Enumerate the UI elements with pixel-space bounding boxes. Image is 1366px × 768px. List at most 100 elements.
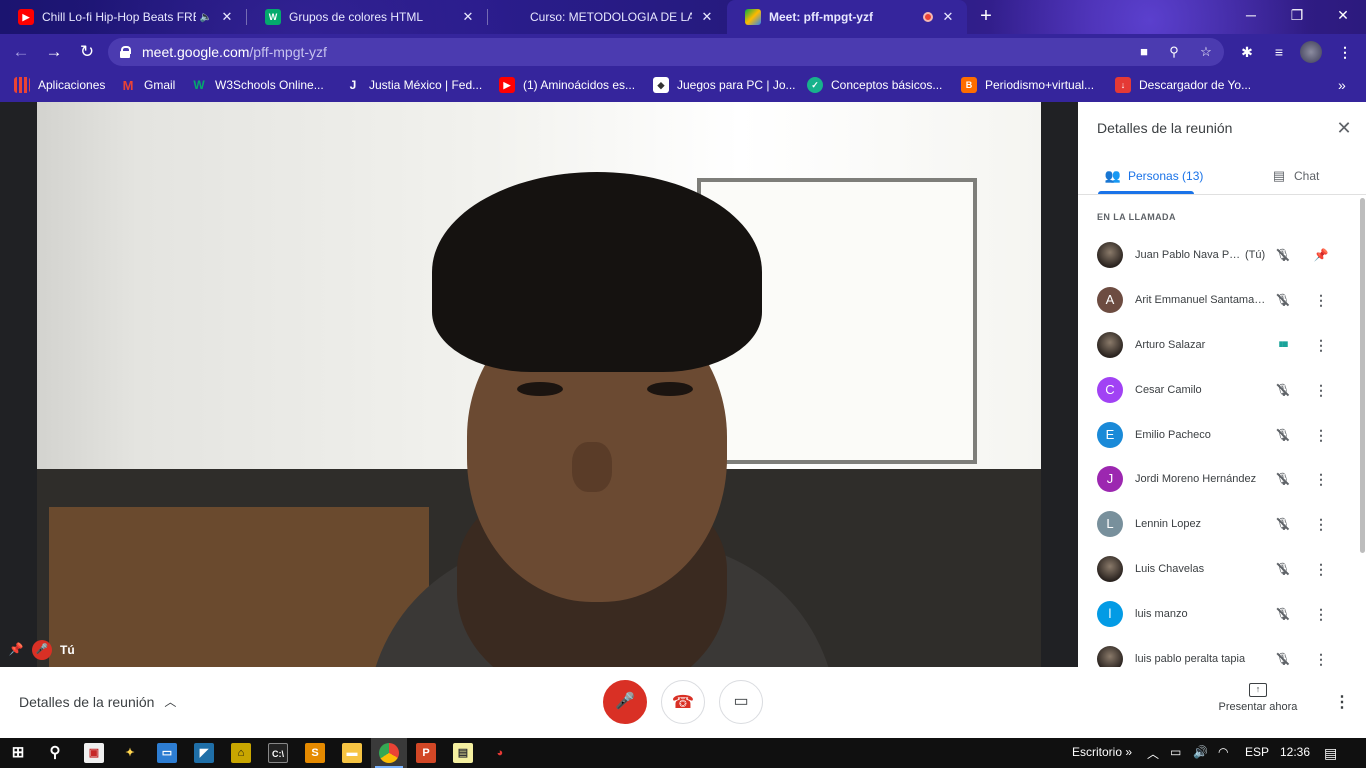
- more-options-icon[interactable]: ⋮: [1312, 605, 1330, 623]
- back-icon[interactable]: ←: [10, 41, 32, 63]
- bookmark-youtube[interactable]: ▶ (1) Aminoácidos es...: [499, 77, 635, 93]
- volume-icon[interactable]: 🔊: [1193, 745, 1208, 759]
- self-video[interactable]: [37, 102, 1041, 667]
- file-explorer-icon[interactable]: ▬: [342, 743, 362, 763]
- bookmarks-overflow[interactable]: »: [1338, 77, 1346, 93]
- profile-avatar[interactable]: [1300, 41, 1322, 63]
- more-options-icon[interactable]: ⋮: [1312, 291, 1330, 309]
- participants-list: Juan Pablo Nava Pa... (Tú) 🎙 📌 A Arit Emmanue…: [1078, 233, 1360, 681]
- unpin-icon[interactable]: 📌: [1312, 246, 1330, 264]
- participant-row[interactable]: E Emilio Pacheco 🎙 ⋮: [1078, 412, 1360, 457]
- app-icon[interactable]: ◕: [490, 743, 510, 763]
- desktop-toolbar[interactable]: Escritorio »: [1072, 745, 1132, 759]
- participant-row[interactable]: L Lennin Lopez 🎙 ⋮: [1078, 502, 1360, 547]
- mic-off-icon: 🎤: [615, 693, 635, 710]
- panel-scrollbar[interactable]: [1360, 198, 1365, 553]
- more-options-icon[interactable]: ⋮: [1334, 693, 1350, 713]
- leave-call-button[interactable]: ☎: [661, 680, 705, 724]
- close-window-icon[interactable]: ✕: [1320, 0, 1366, 30]
- mic-off-icon: 🎙: [1275, 517, 1291, 532]
- participant-row[interactable]: l luis manzo 🎙 ⋮: [1078, 591, 1360, 636]
- toggle-camera-button[interactable]: ▭: [719, 680, 763, 724]
- more-options-icon[interactable]: ⋮: [1312, 381, 1330, 399]
- battery-icon[interactable]: ▭: [1170, 745, 1181, 759]
- participant-row[interactable]: A Arit Emmanuel Santamaría 🎙 ⋮: [1078, 278, 1360, 323]
- you-suffix: (Tú): [1245, 249, 1266, 262]
- pin-icon[interactable]: 📌: [8, 642, 24, 658]
- address-bar[interactable]: meet.google.com/pff-mpgt-yzf ■ ⚲ ☆: [108, 38, 1224, 66]
- close-tab-icon[interactable]: ✕: [698, 9, 716, 25]
- participant-row[interactable]: J Jordi Moreno Hernández 🎙 ⋮: [1078, 457, 1360, 502]
- terminal-icon[interactable]: C:\: [268, 743, 288, 763]
- minimize-icon[interactable]: ─: [1228, 0, 1274, 30]
- audio-playing-icon[interactable]: 🔈: [200, 12, 212, 23]
- bookmark-w3schools[interactable]: W W3Schools Online...: [191, 77, 323, 93]
- restore-icon[interactable]: ❐: [1274, 0, 1320, 30]
- bookmark-gmail[interactable]: M Gmail: [120, 77, 176, 93]
- notifications-icon[interactable]: ▤: [1324, 745, 1337, 762]
- more-options-icon[interactable]: ⋮: [1312, 426, 1330, 444]
- tab-w3schools[interactable]: W Grupos de colores HTML ✕: [247, 0, 487, 34]
- bookmark-label: Periodismo+virtual...: [985, 78, 1095, 92]
- new-tab-icon[interactable]: +: [975, 6, 997, 28]
- bookmark-periodismo[interactable]: B Periodismo+virtual...: [961, 77, 1094, 93]
- bookmark-justia[interactable]: J Justia México | Fed...: [345, 77, 483, 93]
- extensions-icon[interactable]: ✱: [1236, 41, 1258, 63]
- app-icon[interactable]: ▭: [157, 743, 177, 763]
- panel-title: Detalles de la reunión: [1097, 120, 1233, 136]
- tab-lofi[interactable]: ▶ Chill Lo-fi Hip-Hop Beats FREE 🔈 ✕: [0, 0, 246, 34]
- bookmark-games[interactable]: ◆ Juegos para PC | Jo...: [653, 77, 796, 93]
- forward-icon[interactable]: →: [43, 41, 65, 63]
- tray-expand-icon[interactable]: ︿: [1147, 745, 1159, 762]
- tab-curso[interactable]: Curso: METODOLOGIA DE LA INVESTIGACIÓN ✕: [488, 0, 726, 34]
- media-control-icon[interactable]: ≡: [1268, 41, 1290, 63]
- more-options-icon[interactable]: ⋮: [1312, 560, 1330, 578]
- more-options-icon[interactable]: ⋮: [1312, 650, 1330, 668]
- search-icon[interactable]: ⚲: [45, 743, 65, 763]
- close-panel-icon[interactable]: ✕: [1334, 118, 1354, 138]
- present-now-button[interactable]: ↑ Presentar ahora: [1212, 683, 1304, 713]
- app-icon[interactable]: ⌂: [231, 743, 251, 763]
- more-options-icon[interactable]: ⋮: [1312, 336, 1330, 354]
- participant-row[interactable]: C Cesar Camilo 🎙 ⋮: [1078, 367, 1360, 412]
- clock[interactable]: 12:36: [1280, 745, 1310, 759]
- language-indicator[interactable]: ESP: [1245, 745, 1269, 759]
- download-icon: ↓: [1115, 77, 1131, 93]
- bookmark-descargador[interactable]: ↓ Descargador de Yo...: [1115, 77, 1251, 93]
- wifi-icon[interactable]: ◠: [1218, 745, 1228, 759]
- bookmark-star-icon[interactable]: ☆: [1196, 42, 1216, 62]
- reload-icon[interactable]: ↻: [76, 41, 98, 63]
- tab-people[interactable]: 👥 Personas (13): [1104, 164, 1203, 188]
- app-icon[interactable]: ✦: [120, 743, 140, 763]
- windows-start-icon[interactable]: ⊞: [8, 743, 28, 763]
- toggle-mic-button[interactable]: 🎤: [603, 680, 647, 724]
- lock-icon[interactable]: [120, 46, 131, 58]
- bookmark-apps[interactable]: Aplicaciones: [14, 77, 105, 93]
- sublime-icon[interactable]: S: [305, 743, 325, 763]
- powerpoint-icon[interactable]: P: [416, 743, 436, 763]
- more-options-icon[interactable]: ⋮: [1312, 470, 1330, 488]
- app-icon[interactable]: ▣: [84, 743, 104, 763]
- more-options-icon[interactable]: ⋮: [1312, 515, 1330, 533]
- zoom-icon[interactable]: ⚲: [1164, 42, 1184, 62]
- app-icon[interactable]: ◤: [194, 743, 214, 763]
- camera-icon: ▭: [733, 693, 749, 710]
- tab-chat[interactable]: ▤ Chat: [1270, 164, 1320, 188]
- participant-name: luis manzo: [1135, 607, 1188, 620]
- close-tab-icon[interactable]: ✕: [459, 9, 477, 25]
- participant-row[interactable]: Luis Chavelas 🎙 ⋮: [1078, 547, 1360, 592]
- meet-icon: [745, 9, 761, 25]
- tab-meet[interactable]: Meet: pff-mpgt-yzf ✕: [727, 0, 967, 34]
- mic-off-icon: 🎙: [1275, 651, 1291, 666]
- chrome-icon[interactable]: [379, 743, 399, 763]
- notes-icon[interactable]: ▤: [453, 743, 473, 763]
- close-tab-icon[interactable]: ✕: [939, 9, 957, 25]
- participant-name: Jordi Moreno Hernández: [1135, 473, 1257, 486]
- participant-row[interactable]: Arturo Salazar ▮▮▮ ⋮: [1078, 323, 1360, 368]
- menu-icon[interactable]: ⋮: [1334, 41, 1356, 63]
- meeting-details-button[interactable]: Detalles de la reunión ︿: [19, 693, 176, 710]
- camera-indicator-icon[interactable]: ■: [1134, 42, 1154, 62]
- participant-row[interactable]: Juan Pablo Nava Pa... (Tú) 🎙 📌: [1078, 233, 1360, 278]
- close-tab-icon[interactable]: ✕: [218, 9, 236, 25]
- bookmark-conceptos[interactable]: ✓ Conceptos básicos...: [807, 77, 942, 93]
